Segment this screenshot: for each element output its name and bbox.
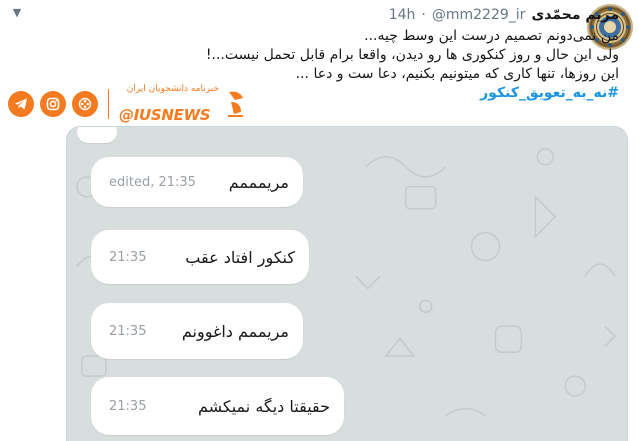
tweet-text-line: من نمی‌دونم تصمیم درست این وسط چیه... xyxy=(364,28,619,44)
telegram-icon xyxy=(8,91,34,117)
separator-dot: · xyxy=(421,7,426,23)
instagram-icon xyxy=(40,91,66,117)
chat-bubble[interactable]: edited, 21:35 مریمممم xyxy=(91,157,303,207)
watermark-name: @IUSNEWS xyxy=(119,106,211,124)
message-meta: 21:35 xyxy=(109,323,147,339)
watermark-text: خبرنامه دانشجویان ایران @IUSNEWS xyxy=(119,84,219,124)
chevron-down-icon[interactable]: ▼ xyxy=(10,6,24,20)
author-name[interactable]: مریم محمّدی xyxy=(531,7,619,23)
watermark-tagline: خبرنامه دانشجویان ایران xyxy=(126,84,219,94)
message-meta: 21:35 xyxy=(109,398,147,414)
watermark-bar: خبرنامه دانشجویان ایران @IUSNEWS xyxy=(8,84,247,124)
message-text: کنکور افتاد عقب xyxy=(185,247,295,267)
post-time[interactable]: 14h xyxy=(389,7,416,23)
chat-bubble[interactable]: 21:35 مریممم داغوونم xyxy=(91,303,303,359)
tweet-text-line: این روزها، تنها کاری که میتونیم بکنیم، د… xyxy=(295,66,619,82)
tweet-header: مریم محمّدی @mm2229_ir · 14h xyxy=(389,4,619,26)
tweet-text-line: ولی این حال و روز کنکوری ها رو دیدن، واق… xyxy=(205,47,619,63)
chat-bubble-partial xyxy=(77,127,117,143)
message-meta: 21:35 xyxy=(109,249,147,265)
message-text: حقیقتا دیگه نمیکشم xyxy=(197,396,330,416)
message-text: مریممم داغوونم xyxy=(181,321,289,341)
aparat-icon xyxy=(72,91,98,117)
watermark-divider xyxy=(108,89,109,119)
iusnews-logo-icon xyxy=(225,88,247,120)
tweet-card[interactable]: مریم محمّدی @mm2229_ir · 14h ▼ من نمی‌دو… xyxy=(0,0,639,441)
chat-bubble[interactable]: 21:35 حقیقتا دیگه نمیکشم xyxy=(91,377,344,435)
message-text: مریمممم xyxy=(228,172,289,192)
author-handle[interactable]: @mm2229_ir xyxy=(432,7,526,23)
attached-image[interactable]: edited, 21:35 مریمممم 21:35 کنکور افتاد … xyxy=(66,126,628,441)
message-meta: edited, 21:35 xyxy=(109,174,196,190)
chat-bubble[interactable]: 21:35 کنکور افتاد عقب xyxy=(91,230,309,284)
